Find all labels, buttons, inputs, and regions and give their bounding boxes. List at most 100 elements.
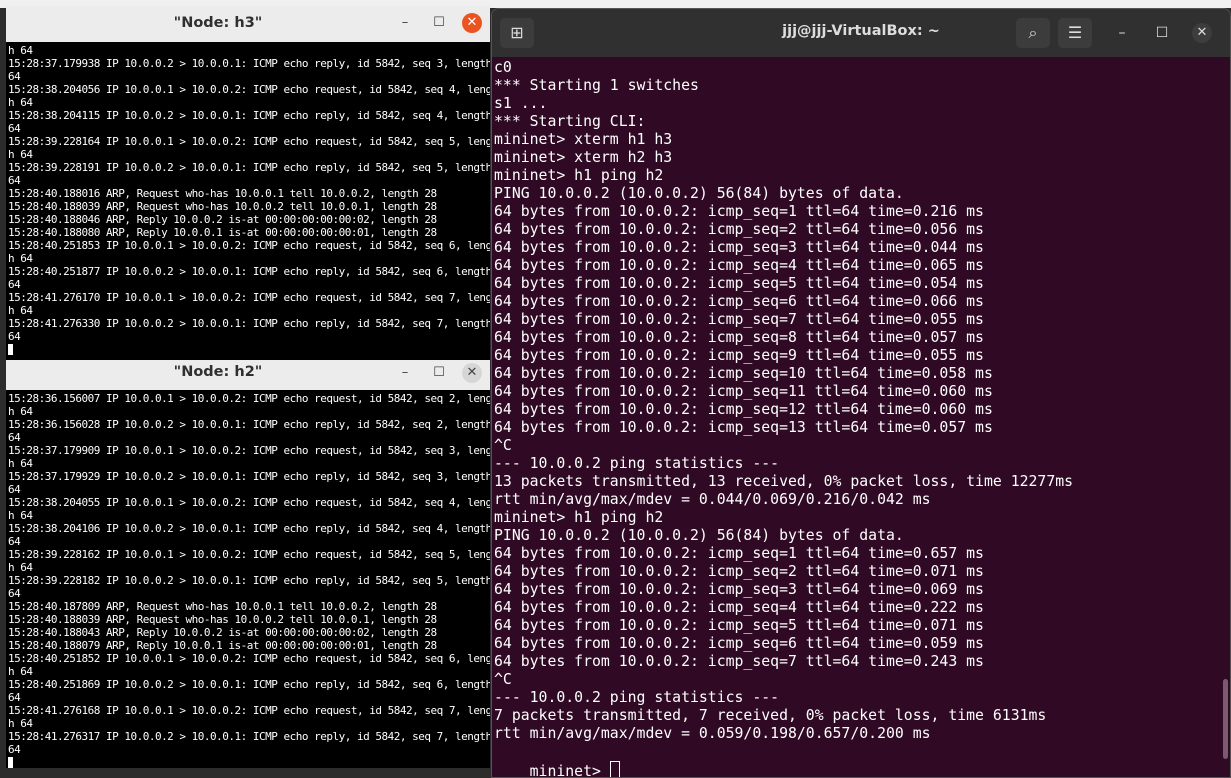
xterm-line: h 64 bbox=[8, 44, 33, 57]
maximize-button-h2[interactable]: ☐ bbox=[430, 364, 448, 382]
xterm-line: h 64 bbox=[8, 457, 33, 470]
xterm-output-h3[interactable]: h 64 15:28:37.179938 IP 10.0.0.2 > 10.0.0… bbox=[6, 42, 490, 356]
terminal-line: 64 bytes from 10.0.0.2: icmp_seq=9 ttl=6… bbox=[494, 347, 984, 364]
xterm-line: h 64 bbox=[8, 665, 33, 678]
terminal-line: 64 bytes from 10.0.0.2: icmp_seq=3 ttl=6… bbox=[494, 239, 984, 256]
minimize-button[interactable]: – bbox=[1112, 23, 1132, 43]
terminal-output[interactable]: c0 *** Starting 1 switches s1 ... *** Start… bbox=[492, 57, 1230, 777]
xterm-line: 64 bbox=[8, 431, 21, 444]
xterm-line: 64 bbox=[8, 174, 21, 187]
terminal-line: mininet> h1 ping h2 bbox=[494, 167, 664, 184]
terminal-line: 64 bytes from 10.0.0.2: icmp_seq=8 ttl=6… bbox=[494, 329, 984, 346]
minimize-icon: – bbox=[401, 365, 409, 380]
xterm-window-h3[interactable]: "Node: h3" – ☐ ✕ h 64 15:28:37.179938 IP … bbox=[6, 6, 490, 360]
terminal-cursor bbox=[609, 761, 620, 777]
terminal-line: 64 bytes from 10.0.0.2: icmp_seq=2 ttl=6… bbox=[494, 563, 984, 580]
terminal-line: 64 bytes from 10.0.0.2: icmp_seq=5 ttl=6… bbox=[494, 617, 984, 634]
close-button-h2[interactable]: ✕ bbox=[462, 363, 482, 383]
terminal-scrollbar[interactable] bbox=[1223, 679, 1228, 759]
xterm-titlebar-h2[interactable]: "Node: h2" – ☐ ✕ bbox=[6, 360, 490, 390]
terminal-line: mininet> h1 ping h2 bbox=[494, 509, 664, 526]
xterm-line: 15:28:41.276317 IP 10.0.0.2 > 10.0.0.1: … bbox=[8, 730, 490, 743]
xterm-line: 64 bbox=[8, 743, 21, 756]
xterm-line: h 64 bbox=[8, 717, 33, 730]
terminal-line: 64 bytes from 10.0.0.2: icmp_seq=1 ttl=6… bbox=[494, 545, 984, 562]
xterm-line: 64 bbox=[8, 70, 21, 83]
close-icon: ✕ bbox=[466, 15, 478, 30]
terminal-cursor bbox=[8, 344, 13, 355]
xterm-line: 15:28:38.204115 IP 10.0.0.2 > 10.0.0.1: … bbox=[8, 109, 490, 122]
terminal-line: 13 packets transmitted, 13 received, 0% … bbox=[494, 473, 1074, 490]
xterm-line: 15:28:41.276168 IP 10.0.0.1 > 10.0.0.2: … bbox=[8, 704, 490, 717]
terminal-line: *** Starting 1 switches bbox=[494, 77, 699, 94]
xterm-line: 15:28:39.228191 IP 10.0.0.2 > 10.0.0.1: … bbox=[8, 161, 490, 174]
xterm-line: 15:28:40.187809 ARP, Request who-has 10.… bbox=[8, 600, 437, 613]
terminal-line: 64 bytes from 10.0.0.2: icmp_seq=4 ttl=6… bbox=[494, 599, 984, 616]
terminal-line: 64 bytes from 10.0.0.2: icmp_seq=7 ttl=6… bbox=[494, 653, 984, 670]
xterm-line: 15:28:39.228162 IP 10.0.0.1 > 10.0.0.2: … bbox=[8, 548, 490, 561]
xterm-line: 15:28:40.251852 IP 10.0.0.1 > 10.0.0.2: … bbox=[8, 652, 490, 665]
terminal-line: --- 10.0.0.2 ping statistics --- bbox=[494, 689, 780, 706]
maximize-icon: ☐ bbox=[1155, 25, 1169, 41]
maximize-icon: ☐ bbox=[433, 365, 445, 380]
xterm-line: 15:28:37.179909 IP 10.0.0.1 > 10.0.0.2: … bbox=[8, 444, 490, 457]
cursor-line bbox=[8, 756, 490, 768]
terminal-line: 7 packets transmitted, 7 received, 0% pa… bbox=[494, 707, 1047, 724]
xterm-line: 15:28:37.179929 IP 10.0.0.2 > 10.0.0.1: … bbox=[8, 470, 490, 483]
xterm-line: 15:28:40.251869 IP 10.0.0.2 > 10.0.0.1: … bbox=[8, 678, 490, 691]
xterm-line: 15:28:38.204106 IP 10.0.0.2 > 10.0.0.1: … bbox=[8, 522, 490, 535]
gnome-terminal-window[interactable]: ⊞ jjj@jjj-VirtualBox: ~ ⌕ ☰ – ☐ ✕ c0 *** … bbox=[491, 8, 1231, 778]
terminal-line: 64 bytes from 10.0.0.2: icmp_seq=2 ttl=6… bbox=[494, 221, 984, 238]
terminal-line: 64 bytes from 10.0.0.2: icmp_seq=1 ttl=6… bbox=[494, 203, 984, 220]
xterm-line: h 64 bbox=[8, 561, 33, 574]
terminal-line: 64 bytes from 10.0.0.2: icmp_seq=7 ttl=6… bbox=[494, 311, 984, 328]
terminal-headerbar[interactable]: ⊞ jjj@jjj-VirtualBox: ~ ⌕ ☰ – ☐ ✕ bbox=[492, 9, 1230, 57]
xterm-line: h 64 bbox=[8, 96, 33, 109]
xterm-line: 15:28:40.188046 ARP, Reply 10.0.0.2 is-a… bbox=[8, 213, 437, 226]
xterm-line: h 64 bbox=[8, 509, 33, 522]
minimize-icon: – bbox=[1118, 25, 1126, 41]
menu-button[interactable]: ☰ bbox=[1058, 18, 1092, 48]
xterm-line: h 64 bbox=[8, 405, 33, 418]
xterm-line: 15:28:41.276170 IP 10.0.0.1 > 10.0.0.2: … bbox=[8, 291, 490, 304]
terminal-prompt-line[interactable]: mininet> bbox=[494, 743, 620, 777]
xterm-line: 64 bbox=[8, 278, 21, 291]
minimize-icon: – bbox=[401, 15, 409, 30]
minimize-button-h2[interactable]: – bbox=[396, 364, 414, 382]
xterm-line: 64 bbox=[8, 587, 21, 600]
terminal-line: mininet> xterm h2 h3 bbox=[494, 149, 673, 166]
xterm-line: 64 bbox=[8, 535, 21, 548]
close-button[interactable]: ✕ bbox=[1192, 23, 1212, 43]
maximize-button[interactable]: ☐ bbox=[1152, 23, 1172, 43]
xterm-line: 15:28:40.251853 IP 10.0.0.1 > 10.0.0.2: … bbox=[8, 239, 490, 252]
terminal-line: mininet> xterm h1 h3 bbox=[494, 131, 673, 148]
close-icon: ✕ bbox=[466, 365, 478, 380]
xterm-line: 15:28:41.276330 IP 10.0.0.2 > 10.0.0.1: … bbox=[8, 317, 490, 330]
xterm-line: 15:28:39.228164 IP 10.0.0.1 > 10.0.0.2: … bbox=[8, 135, 490, 148]
terminal-line: ^C bbox=[494, 671, 512, 688]
terminal-line: 64 bytes from 10.0.0.2: icmp_seq=12 ttl=… bbox=[494, 401, 993, 418]
terminal-line: 64 bytes from 10.0.0.2: icmp_seq=3 ttl=6… bbox=[494, 581, 984, 598]
xterm-line: 15:28:40.188039 ARP, Request who-has 10.… bbox=[8, 200, 437, 213]
xterm-line: 64 bbox=[8, 483, 21, 496]
xterm-line: 15:28:36.156028 IP 10.0.0.2 > 10.0.0.1: … bbox=[8, 418, 490, 431]
terminal-line: 64 bytes from 10.0.0.2: icmp_seq=10 ttl=… bbox=[494, 365, 993, 382]
xterm-window-h2[interactable]: "Node: h2" – ☐ ✕ 15:28:36.156007 IP 10.0… bbox=[6, 360, 490, 768]
hamburger-menu-icon: ☰ bbox=[1067, 23, 1083, 42]
xterm-line: 15:28:40.188043 ARP, Reply 10.0.0.2 is-a… bbox=[8, 626, 437, 639]
xterm-line: h 64 bbox=[8, 304, 33, 317]
xterm-line: 64 bbox=[8, 691, 21, 704]
search-button[interactable]: ⌕ bbox=[1016, 18, 1050, 48]
xterm-output-h2[interactable]: 15:28:36.156007 IP 10.0.0.1 > 10.0.0.2: … bbox=[6, 390, 490, 768]
maximize-button-h3[interactable]: ☐ bbox=[430, 14, 448, 32]
xterm-titlebar-h3[interactable]: "Node: h3" – ☐ ✕ bbox=[6, 6, 490, 42]
close-button-h3[interactable]: ✕ bbox=[462, 13, 482, 33]
xterm-line: 15:28:39.228182 IP 10.0.0.2 > 10.0.0.1: … bbox=[8, 574, 490, 587]
terminal-line: 64 bytes from 10.0.0.2: icmp_seq=6 ttl=6… bbox=[494, 635, 984, 652]
minimize-button-h3[interactable]: – bbox=[396, 14, 414, 32]
terminal-line: PING 10.0.0.2 (10.0.0.2) 56(84) bytes of… bbox=[494, 527, 904, 544]
terminal-line: rtt min/avg/max/mdev = 0.059/0.198/0.657… bbox=[494, 725, 931, 742]
terminal-line: *** Starting CLI: bbox=[494, 113, 646, 130]
terminal-line: --- 10.0.0.2 ping statistics --- bbox=[494, 455, 780, 472]
terminal-cursor bbox=[8, 757, 13, 768]
